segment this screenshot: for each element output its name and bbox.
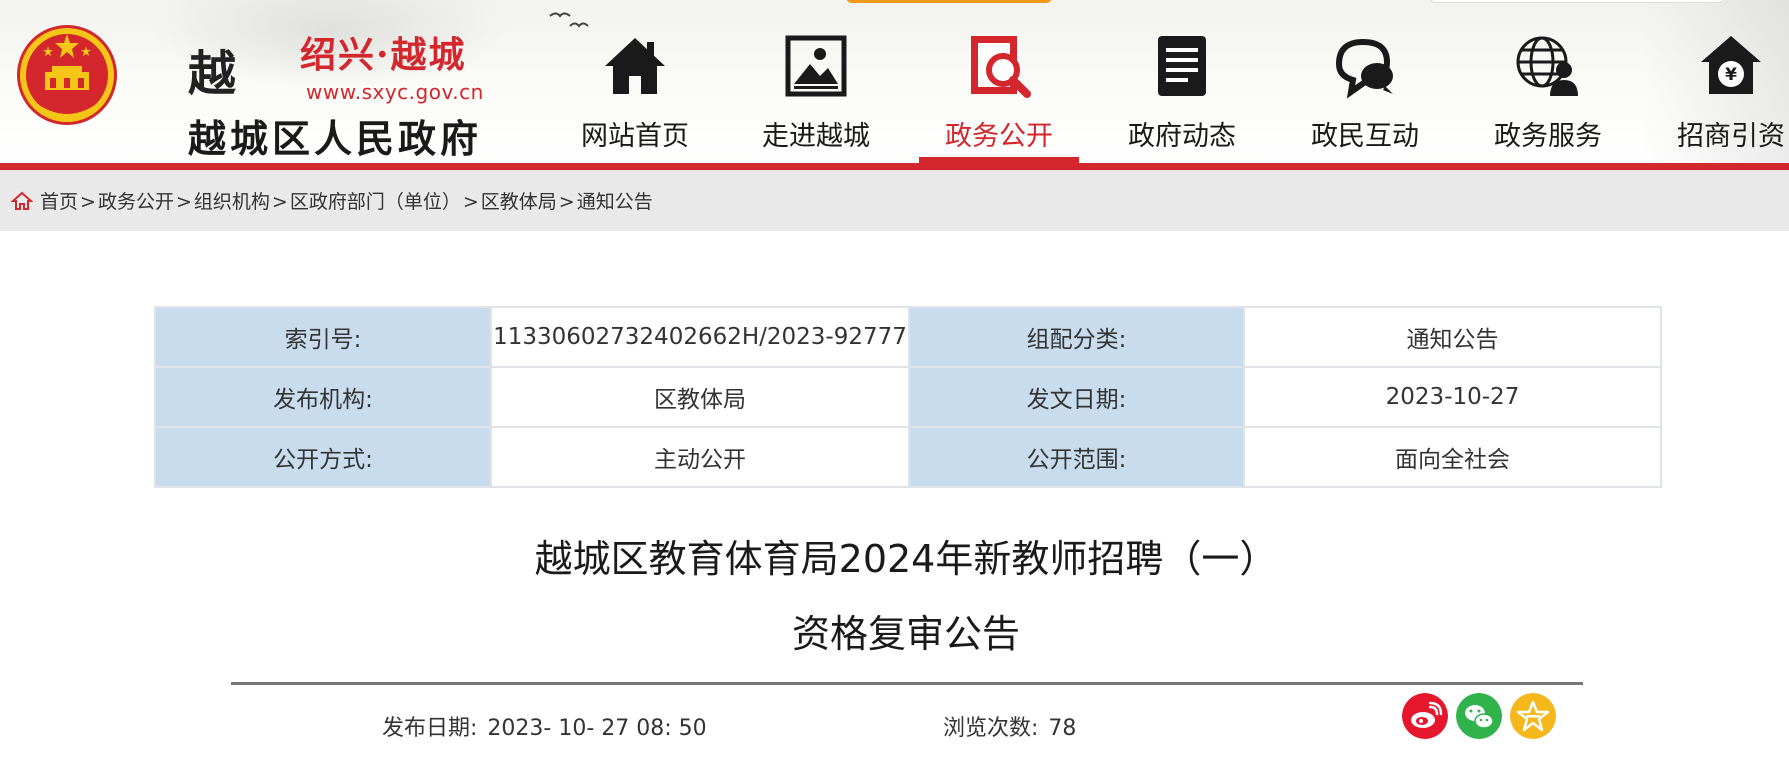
breadcrumb-item-notices[interactable]: 通知公告 (577, 191, 653, 213)
nav-item-news[interactable]: 政府动态 (1102, 30, 1262, 163)
breadcrumb-separator: > (462, 191, 479, 213)
svg-text:¥: ¥ (1725, 65, 1737, 85)
breadcrumb-item-departments[interactable]: 区政府部门（单位） (290, 191, 461, 213)
nav-item-government-affairs[interactable]: 政务公开 (919, 30, 1079, 163)
nav-label: 政务公开 (945, 121, 1053, 152)
top-accent-bar (846, 0, 1052, 3)
nav-item-home[interactable]: 网站首页 (555, 30, 715, 163)
table-row: 索引号: 11330602732402662H/2023-92777 组配分类:… (154, 306, 1662, 368)
meta-value-publisher: 区教体局 (490, 366, 910, 428)
document-list-icon (1158, 36, 1206, 96)
favorite-share-button[interactable] (1510, 693, 1556, 739)
meta-value-issue-date: 2023-10-27 (1243, 366, 1662, 428)
national-emblem-icon[interactable] (12, 20, 122, 130)
title-divider (231, 682, 1583, 685)
header-divider (0, 163, 1789, 170)
meta-key-publisher: 发布机构: (154, 366, 492, 428)
nav-label: 政民互动 (1311, 121, 1419, 152)
meta-key-category: 组配分类: (908, 306, 1245, 368)
breadcrumb-item-home[interactable]: 首页 (40, 191, 78, 213)
breadcrumb-separator: > (80, 191, 96, 213)
site-logo[interactable]: 越 绍兴·越城 www.sxyc.gov.cn 越城区人民政府 (188, 22, 488, 161)
breadcrumb-separator: > (175, 191, 192, 213)
top-search-tab[interactable] (1427, 0, 1727, 3)
yuan-house-icon: ¥ (1701, 36, 1761, 94)
table-row: 公开方式: 主动公开 公开范围: 面向全社会 (154, 426, 1662, 488)
meta-key-disclosure-scope: 公开范围: (908, 426, 1245, 488)
globe-person-icon (1516, 36, 1578, 96)
nav-label: 走进越城 (762, 121, 870, 152)
meta-key-issue-date: 发文日期: (908, 366, 1245, 428)
view-count: 浏览次数: 78 (943, 710, 1076, 742)
logo-city-name: 绍兴·越城 (300, 34, 467, 76)
view-count-value: 78 (1048, 716, 1077, 741)
breadcrumb-trail: 首页 > 政务公开 > 组织机构 > 区政府部门（单位） > 区教体局 > 通知公告 (40, 187, 653, 214)
logo-government-name: 越城区人民政府 (188, 116, 483, 161)
meta-value-disclosure-mode: 主动公开 (490, 426, 910, 488)
breadcrumb: 首页 > 政务公开 > 组织机构 > 区政府部门（单位） > 区教体局 > 通知公告 (0, 170, 1789, 231)
nav-label: 政务服务 (1494, 121, 1602, 152)
nav-label: 政府动态 (1128, 121, 1236, 152)
magnifier-document-icon (971, 36, 1031, 98)
home-icon[interactable] (11, 191, 33, 211)
meta-value-category: 通知公告 (1243, 306, 1662, 368)
home-icon (605, 38, 665, 94)
meta-value-disclosure-scope: 面向全社会 (1243, 426, 1662, 488)
logo-glyph: 越 (188, 46, 236, 102)
nav-item-interaction[interactable]: 政民互动 (1285, 30, 1445, 163)
weibo-share-button[interactable] (1402, 693, 1448, 739)
breadcrumb-separator: > (558, 191, 575, 213)
nav-label: 招商引资 (1677, 121, 1785, 152)
breadcrumb-item-affairs[interactable]: 政务公开 (98, 191, 174, 213)
breadcrumb-item-organization[interactable]: 组织机构 (194, 191, 270, 213)
nav-item-investment[interactable]: ¥ 招商引资 (1651, 30, 1789, 163)
nav-item-services[interactable]: 政务服务 (1468, 30, 1628, 163)
meta-key-disclosure-mode: 公开方式: (154, 426, 492, 488)
nav-item-about[interactable]: 走进越城 (736, 30, 896, 163)
document-meta-table: 索引号: 11330602732402662H/2023-92777 组配分类:… (154, 306, 1662, 488)
view-count-label: 浏览次数: (943, 716, 1039, 741)
picture-icon (785, 35, 847, 97)
article-title-line-1: 越城区教育体育局2024年新教师招聘（一） (534, 537, 1278, 581)
publish-date-label: 发布日期: (382, 716, 478, 741)
birds-decoration (549, 12, 589, 28)
site-header: 越 绍兴·越城 www.sxyc.gov.cn 越城区人民政府 网站首页 走进越… (0, 0, 1789, 163)
breadcrumb-item-education-bureau[interactable]: 区教体局 (481, 191, 557, 213)
wechat-share-button[interactable] (1456, 693, 1502, 739)
logo-url: www.sxyc.gov.cn (306, 80, 484, 104)
publish-date-value: 2023- 10- 27 08: 50 (487, 716, 707, 741)
table-row: 发布机构: 区教体局 发文日期: 2023-10-27 (154, 366, 1662, 428)
meta-key-index: 索引号: (154, 306, 492, 368)
chat-bubbles-icon (1335, 38, 1393, 99)
breadcrumb-separator: > (271, 191, 288, 213)
publish-date: 发布日期: 2023- 10- 27 08: 50 (382, 710, 707, 742)
meta-value-index: 11330602732402662H/2023-92777 (490, 306, 910, 368)
article-title-line-2: 资格复审公告 (791, 612, 1020, 656)
nav-label: 网站首页 (581, 121, 689, 152)
